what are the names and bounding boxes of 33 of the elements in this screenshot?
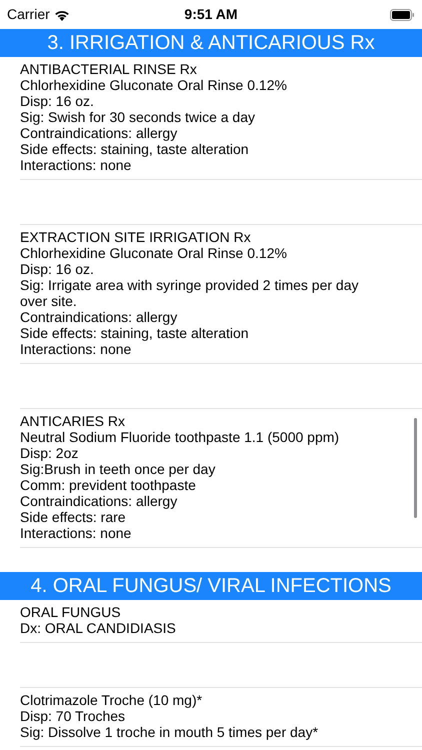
entry-text: Dx: ORAL CANDIDIASIS bbox=[20, 620, 177, 636]
entry-text: Interactions: none bbox=[20, 525, 132, 541]
entry-text: ORAL FUNGUS bbox=[20, 604, 122, 620]
status-time: 9:51 AM bbox=[184, 5, 238, 24]
entry-text: Sig: Irrigate area with syringe provided 2 times per day over site. bbox=[20, 277, 360, 309]
entry-text: Sig: Dissolve 1 troche in mouth 5 times per day* bbox=[20, 724, 320, 740]
entry-text: Interactions: none bbox=[20, 341, 132, 357]
wifi-icon bbox=[54, 8, 70, 20]
entry-text: Comm: prevident toothpaste bbox=[20, 477, 197, 493]
entry-text: Contraindications: allergy bbox=[20, 493, 178, 509]
entry-text: Side effects: staining, taste alteration bbox=[20, 325, 250, 341]
entry-text: ANTIBACTERIAL RINSE Rx bbox=[20, 61, 198, 77]
entry-text: Neutral Sodium Fluoride toothpaste 1.1 (5000 ppm) bbox=[20, 429, 340, 445]
entry-text: Side effects: rare bbox=[20, 509, 127, 525]
entry-text: Contraindications: allergy bbox=[20, 125, 178, 141]
entry-text: Interactions: none bbox=[20, 157, 132, 173]
entry-text: Sig:Brush in teeth once per day bbox=[20, 461, 216, 477]
entry-text: Sig: Swish for 30 seconds twice a day bbox=[20, 109, 256, 125]
entry-text: Side effects: staining, taste alteration bbox=[20, 141, 250, 157]
section-header: 4. ORAL FUNGUS/ VIRAL INFECTIONS bbox=[0, 572, 422, 600]
entry-text: Chlorhexidine Gluconate Oral Rinse 0.12% bbox=[20, 77, 288, 93]
entry-text: EXTRACTION SITE IRRIGATION Rx bbox=[20, 229, 252, 245]
battery-icon bbox=[390, 8, 415, 20]
entry-text: Disp: 16 oz. bbox=[20, 93, 95, 109]
entry-text: Disp: 2oz bbox=[20, 445, 80, 461]
entry-text: Chlorhexidine Gluconate Oral Rinse 0.12% bbox=[20, 245, 288, 261]
carrier-label: Carrier bbox=[7, 5, 50, 24]
entry-text: Disp: 70 Troches bbox=[20, 708, 126, 724]
section-header: 3. IRRIGATION & ANTICARIOUS Rx bbox=[0, 29, 422, 57]
entry-text: Clotrimazole Troche (10 mg)* bbox=[20, 692, 204, 708]
entry-text: Disp: 16 oz. bbox=[20, 261, 95, 277]
entry-text: Contraindications: allergy bbox=[20, 309, 178, 325]
entry-text: ANTICARIES Rx bbox=[20, 413, 126, 429]
